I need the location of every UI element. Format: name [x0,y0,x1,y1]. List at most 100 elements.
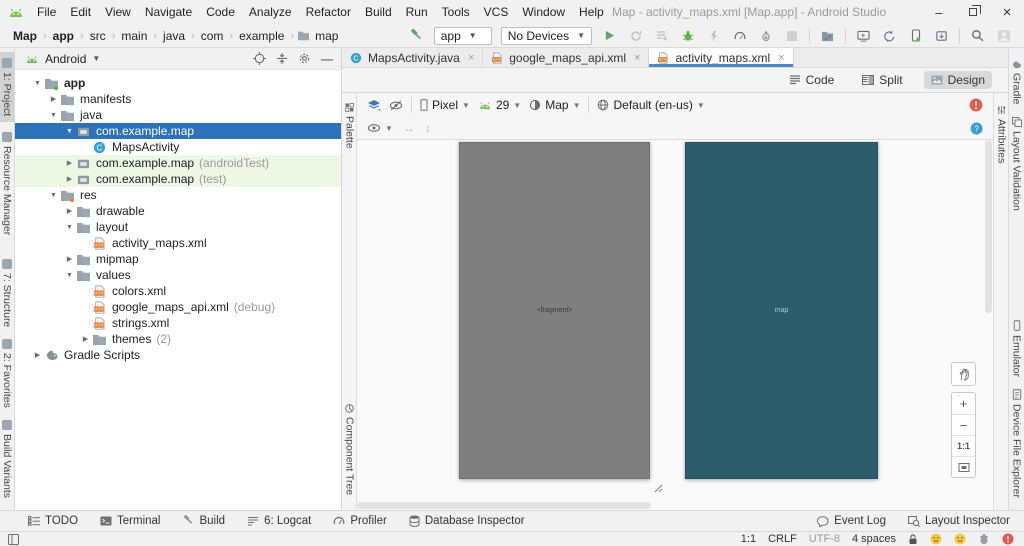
mode-split-button[interactable]: Split [855,71,909,89]
zoom-actual-button[interactable]: 1:1 [952,435,975,456]
breadcrumb-project[interactable]: Map [10,29,40,43]
search-icon[interactable] [969,27,986,44]
tool-button-gradle[interactable]: Gradle [1010,54,1024,111]
menu-view[interactable]: View [98,0,138,24]
pan-button[interactable] [951,362,976,386]
tree-item-layout[interactable]: ▼ layout [15,219,341,235]
locale-picker[interactable]: Default (en-us) ▼ [597,98,705,112]
settings-gear-icon[interactable] [298,52,311,65]
expander-open-icon[interactable]: ▼ [47,112,60,119]
tool-button-terminal[interactable]: Terminal [100,515,160,527]
breadcrumb-map[interactable]: map [312,29,341,43]
tool-button-build-variants[interactable]: Build Variants [0,414,14,504]
breadcrumb-main[interactable]: main [118,29,150,43]
tree-item-package-androidtest[interactable]: ▶ com.example.map (androidTest) [15,155,341,171]
expander-open-icon[interactable]: ▼ [63,272,76,279]
attributes-tab[interactable]: Attributes [994,101,1009,167]
expander-closed-icon[interactable]: ▶ [31,351,44,359]
tool-button-layout-validation[interactable]: Layout Validation [1010,111,1024,217]
horizontal-scrollbar[interactable] [357,502,983,509]
restore-button[interactable] [956,0,990,24]
tool-window-switcher-icon[interactable] [8,533,19,545]
palette-tab[interactable]: Palette [342,99,357,153]
close-tab-icon[interactable]: × [778,52,784,64]
breadcrumb-java[interactable]: java [160,29,188,43]
menu-build[interactable]: Build [358,0,399,24]
vertical-scrollbar[interactable] [985,140,992,500]
tool-button-todo[interactable]: TODO [28,515,78,527]
zoom-to-fit-icon[interactable] [952,456,975,477]
design-surface-icon[interactable] [367,99,381,111]
gradle-sync-icon[interactable] [881,27,898,44]
expander-closed-icon[interactable]: ▶ [63,207,76,215]
project-view-select[interactable]: Android [45,52,86,66]
tool-button-emulator[interactable]: Emulator [1010,314,1024,383]
design-canvas[interactable]: <fragment> map + − 1:1 [357,140,993,510]
expander-open-icon[interactable]: ▼ [63,224,76,231]
lock-icon[interactable] [908,533,918,545]
expander-open-icon[interactable]: ▼ [47,192,60,199]
zoom-in-button[interactable]: + [952,393,975,414]
menu-navigate[interactable]: Navigate [138,0,199,24]
tree-item-gradle-scripts[interactable]: ▶ Gradle Scripts [15,347,341,363]
tool-button-device-file-explorer[interactable]: Device File Explorer [1010,383,1024,504]
device-manager-icon[interactable] [907,27,924,44]
view-options-icon[interactable] [389,100,403,111]
expander-closed-icon[interactable]: ▶ [63,175,76,183]
design-view-fragment[interactable]: <fragment> [459,142,650,479]
mode-code-button[interactable]: Code [782,71,842,89]
sad-face-icon[interactable] [954,533,966,545]
tool-button-profiler[interactable]: Profiler [333,515,387,527]
layout-inspector-button[interactable]: Layout Inspector [907,515,1010,527]
menu-refactor[interactable]: Refactor [299,0,358,24]
debug-button[interactable] [679,27,696,44]
tool-button-project[interactable]: 1: Project [0,52,14,123]
menu-window[interactable]: Window [515,0,572,24]
tree-item-values[interactable]: ▼ values [15,267,341,283]
tree-item-strings-xml[interactable]: </> strings.xml [15,315,341,331]
close-tab-icon[interactable]: × [634,52,640,64]
collapse-all-icon[interactable] [276,52,288,65]
tool-button-logcat[interactable]: 6: Logcat [247,515,311,527]
tool-button-structure[interactable]: 7: Structure [0,253,14,333]
blueprint-view-map[interactable]: map [685,142,878,479]
file-encoding[interactable]: UTF-8 [809,533,840,545]
profiler-button[interactable] [731,27,748,44]
zoom-out-button[interactable]: − [952,414,975,435]
tree-item-colors-xml[interactable]: </> colors.xml [15,283,341,299]
menu-run[interactable]: Run [399,0,435,24]
tree-item-app[interactable]: ▼ app [15,75,341,91]
indent-setting[interactable]: 4 spaces [852,533,896,545]
device-select[interactable]: No Devices ▼ [500,26,592,45]
tree-item-activity-maps-xml[interactable]: </> activity_maps.xml [15,235,341,251]
line-separator[interactable]: CRLF [768,533,797,545]
happy-face-icon[interactable] [930,533,942,545]
tab-google-maps-api-xml[interactable]: </> google_maps_api.xml × [483,48,650,67]
menu-code[interactable]: Code [199,0,242,24]
breadcrumb-src[interactable]: src [87,29,109,43]
tree-item-google-maps-api-xml[interactable]: </> google_maps_api.xml (debug) [15,299,341,315]
tree-item-drawable[interactable]: ▶ drawable [15,203,341,219]
menu-edit[interactable]: Edit [63,0,98,24]
tab-activity-maps-xml[interactable]: </> activity_maps.xml × [649,48,794,67]
tree-item-manifests[interactable]: ▶ manifests [15,91,341,107]
breadcrumb-com[interactable]: com [198,29,227,43]
expander-open-icon[interactable]: ▼ [63,128,76,135]
menu-file[interactable]: File [30,0,63,24]
minimize-button[interactable]: – [922,0,956,24]
tree-item-mipmap[interactable]: ▶ mipmap [15,251,341,267]
breadcrumb-example[interactable]: example [236,29,287,43]
project-structure-icon[interactable] [819,27,836,44]
mode-design-button[interactable]: Design [923,71,992,89]
tree-item-res[interactable]: ▼ res [15,187,341,203]
expander-closed-icon[interactable]: ▶ [79,335,92,343]
canvas-resize-handle[interactable] [652,482,663,493]
tree-item-package-selected[interactable]: ▼ com.example.map [15,123,341,139]
expander-closed-icon[interactable]: ▶ [47,95,60,103]
hammer-make-project-icon[interactable] [408,27,425,44]
menu-analyze[interactable]: Analyze [242,0,299,24]
theme-picker[interactable]: Map ▼ [529,98,580,112]
profile-avatar-icon[interactable] [995,27,1012,44]
run-button[interactable] [601,27,618,44]
error-notification-icon[interactable] [1002,533,1014,545]
